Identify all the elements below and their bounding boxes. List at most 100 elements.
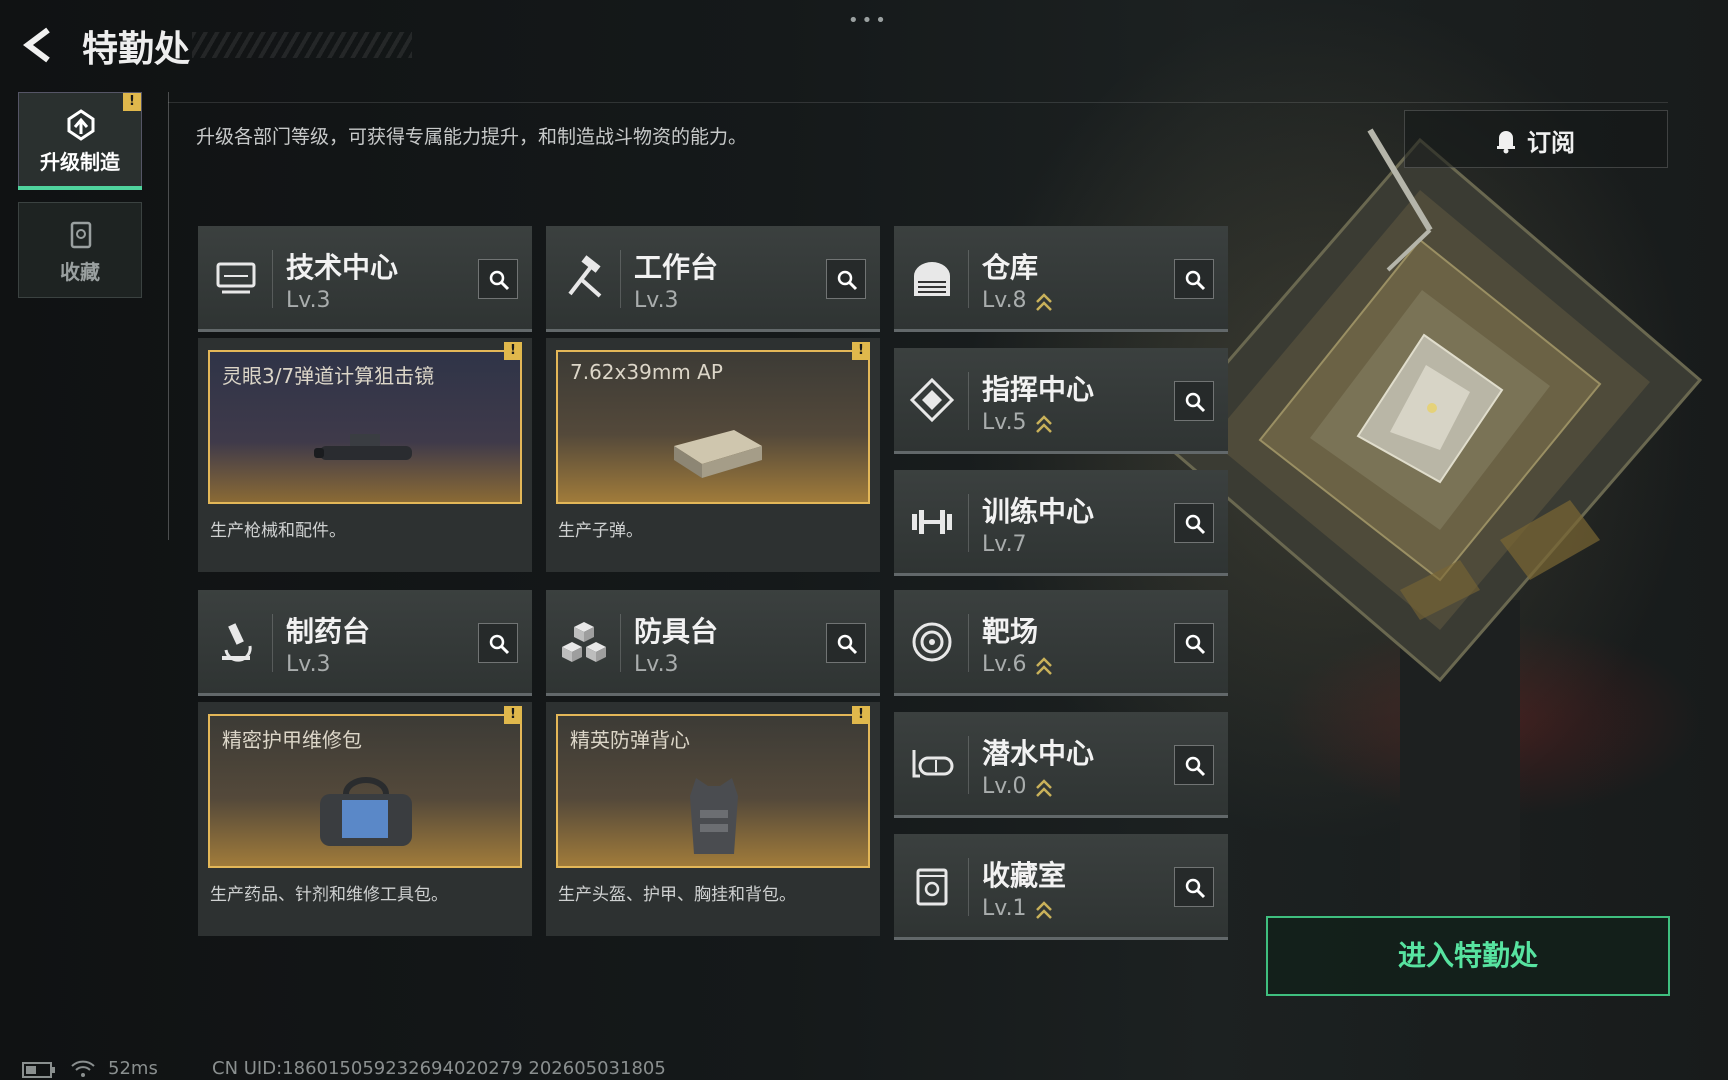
dept-name: 训练中心 [982, 495, 1095, 528]
inspect-button[interactable] [826, 259, 866, 299]
command-icon [909, 377, 955, 423]
search-icon [1185, 756, 1206, 777]
menu-dots[interactable]: ••• [848, 10, 889, 31]
inspect-button[interactable] [826, 623, 866, 663]
inspect-button[interactable] [1174, 381, 1214, 421]
search-icon [837, 634, 858, 655]
card-divider [620, 614, 621, 672]
ping-readout: 52ms [108, 1058, 158, 1079]
card-divider [968, 250, 969, 308]
dept-training-center[interactable]: 训练中心 Lv.7 [894, 470, 1228, 576]
boxes-icon [562, 622, 606, 662]
inspect-button[interactable] [1174, 745, 1214, 785]
tab-collection-label: 收藏 [60, 260, 100, 284]
dept-name: 收藏室 [982, 859, 1067, 892]
production-item-slot[interactable]: 精密护甲维修包 [208, 714, 522, 868]
ammo-box-icon [674, 430, 762, 478]
card-divider [968, 858, 969, 916]
card-divider [968, 736, 969, 794]
upgrade-available-icon [1036, 901, 1052, 919]
dept-level: Lv.7 [982, 532, 1027, 557]
dept-workbench[interactable]: 工作台 Lv.3 [546, 226, 880, 332]
card-divider [968, 372, 969, 430]
background-cube-artwork [1157, 128, 1703, 1000]
dept-armor-bench[interactable]: 防具台 Lv.3 [546, 590, 880, 696]
search-icon [489, 634, 510, 655]
card-divider [272, 614, 273, 672]
card-divider [620, 250, 621, 308]
production-card-armor: 精英防弹背心 ! 生产头盔、护甲、胸挂和背包。 [546, 702, 880, 936]
upgrade-available-icon [1036, 779, 1052, 797]
dept-tech-center[interactable]: 技术中心 Lv.3 [198, 226, 532, 332]
vest-icon [690, 778, 738, 854]
dept-name: 仓库 [982, 251, 1039, 284]
production-item-name: 7.62x39mm AP [570, 360, 723, 384]
upgrade-available-icon [1036, 293, 1052, 311]
dept-name: 靶场 [982, 615, 1039, 648]
back-button[interactable] [18, 24, 60, 66]
production-description: 生产枪械和配件。 [210, 521, 346, 541]
enter-button-label: 进入特勤处 [1397, 939, 1538, 972]
user-uid: CN UID:18601505923269402027​9 2026050318… [212, 1058, 666, 1079]
repair-bag-icon [320, 777, 412, 846]
subscribe-button[interactable]: 订阅 [1404, 110, 1668, 168]
collection-icon [916, 868, 948, 906]
dept-name: 技术中心 [286, 251, 399, 284]
production-card-workbench: 7.62x39mm AP ! 生产子弹。 [546, 338, 880, 572]
dept-name: 制药台 [286, 615, 371, 648]
dept-pharmacy[interactable]: 制药台 Lv.3 [198, 590, 532, 696]
inspect-button[interactable] [1174, 867, 1214, 907]
production-description: 生产头盔、护甲、胸挂和背包。 [558, 885, 796, 905]
inspect-button[interactable] [478, 623, 518, 663]
search-icon [1185, 270, 1206, 291]
inspect-button[interactable] [1174, 503, 1214, 543]
alert-badge: ! [852, 706, 870, 724]
search-icon [1185, 634, 1206, 655]
collection-icon [70, 221, 92, 249]
title-decoration [192, 32, 412, 58]
production-item-name: 精密护甲维修包 [222, 728, 362, 752]
production-card-pharmacy: 精密护甲维修包 ! 生产药品、针剂和维修工具包。 [198, 702, 532, 936]
dept-diving-center[interactable]: 潜水中心 Lv.0 [894, 712, 1228, 818]
dumbbell-icon [912, 510, 952, 534]
alert-badge: ! [504, 342, 522, 360]
microscope-icon [222, 623, 252, 662]
dept-warehouse[interactable]: 仓库 Lv.8 [894, 226, 1228, 332]
production-item-name: 灵眼3/7弹道计算狙击镜 [222, 364, 435, 388]
dept-name: 防具台 [634, 615, 719, 648]
production-item-slot[interactable]: 精英防弹背心 [556, 714, 870, 868]
search-icon [489, 270, 510, 291]
alert-badge: ! [123, 93, 141, 111]
alert-badge: ! [504, 706, 522, 724]
dept-name: 工作台 [634, 251, 719, 284]
inspect-button[interactable] [478, 259, 518, 299]
upgrade-available-icon [1036, 657, 1052, 675]
dept-level: Lv.8 [982, 288, 1027, 313]
search-icon [1185, 878, 1206, 899]
dept-level: Lv.0 [982, 774, 1027, 799]
diving-mask-icon [912, 750, 954, 778]
inspect-button[interactable] [1174, 623, 1214, 663]
inspect-button[interactable] [1174, 259, 1214, 299]
tab-upgrade-manufacture[interactable]: ! 升级制造 [18, 92, 142, 188]
page-title: 特勤处 [82, 29, 191, 70]
card-divider [968, 494, 969, 552]
dept-level: Lv.3 [634, 288, 679, 313]
dept-shooting-range[interactable]: 靶场 Lv.6 [894, 590, 1228, 696]
production-item-slot[interactable]: 7.62x39mm AP [556, 350, 870, 504]
divider [168, 92, 169, 540]
wifi-icon [71, 1060, 95, 1077]
alert-badge: ! [852, 342, 870, 360]
tab-collection[interactable]: 收藏 [18, 202, 142, 298]
dept-level: Lv.3 [286, 288, 331, 313]
search-icon [1185, 392, 1206, 413]
dept-level: Lv.3 [634, 652, 679, 677]
dept-level: Lv.5 [982, 410, 1027, 435]
card-divider [272, 250, 273, 308]
dept-collection-room[interactable]: 收藏室 Lv.1 [894, 834, 1228, 940]
enter-special-ops-button[interactable]: 进入特勤处 [1266, 916, 1670, 996]
production-item-slot[interactable]: 灵眼3/7弹道计算狙击镜 [208, 350, 522, 504]
dept-command-center[interactable]: 指挥中心 Lv.5 [894, 348, 1228, 454]
dept-level: Lv.6 [982, 652, 1027, 677]
search-icon [1185, 514, 1206, 535]
